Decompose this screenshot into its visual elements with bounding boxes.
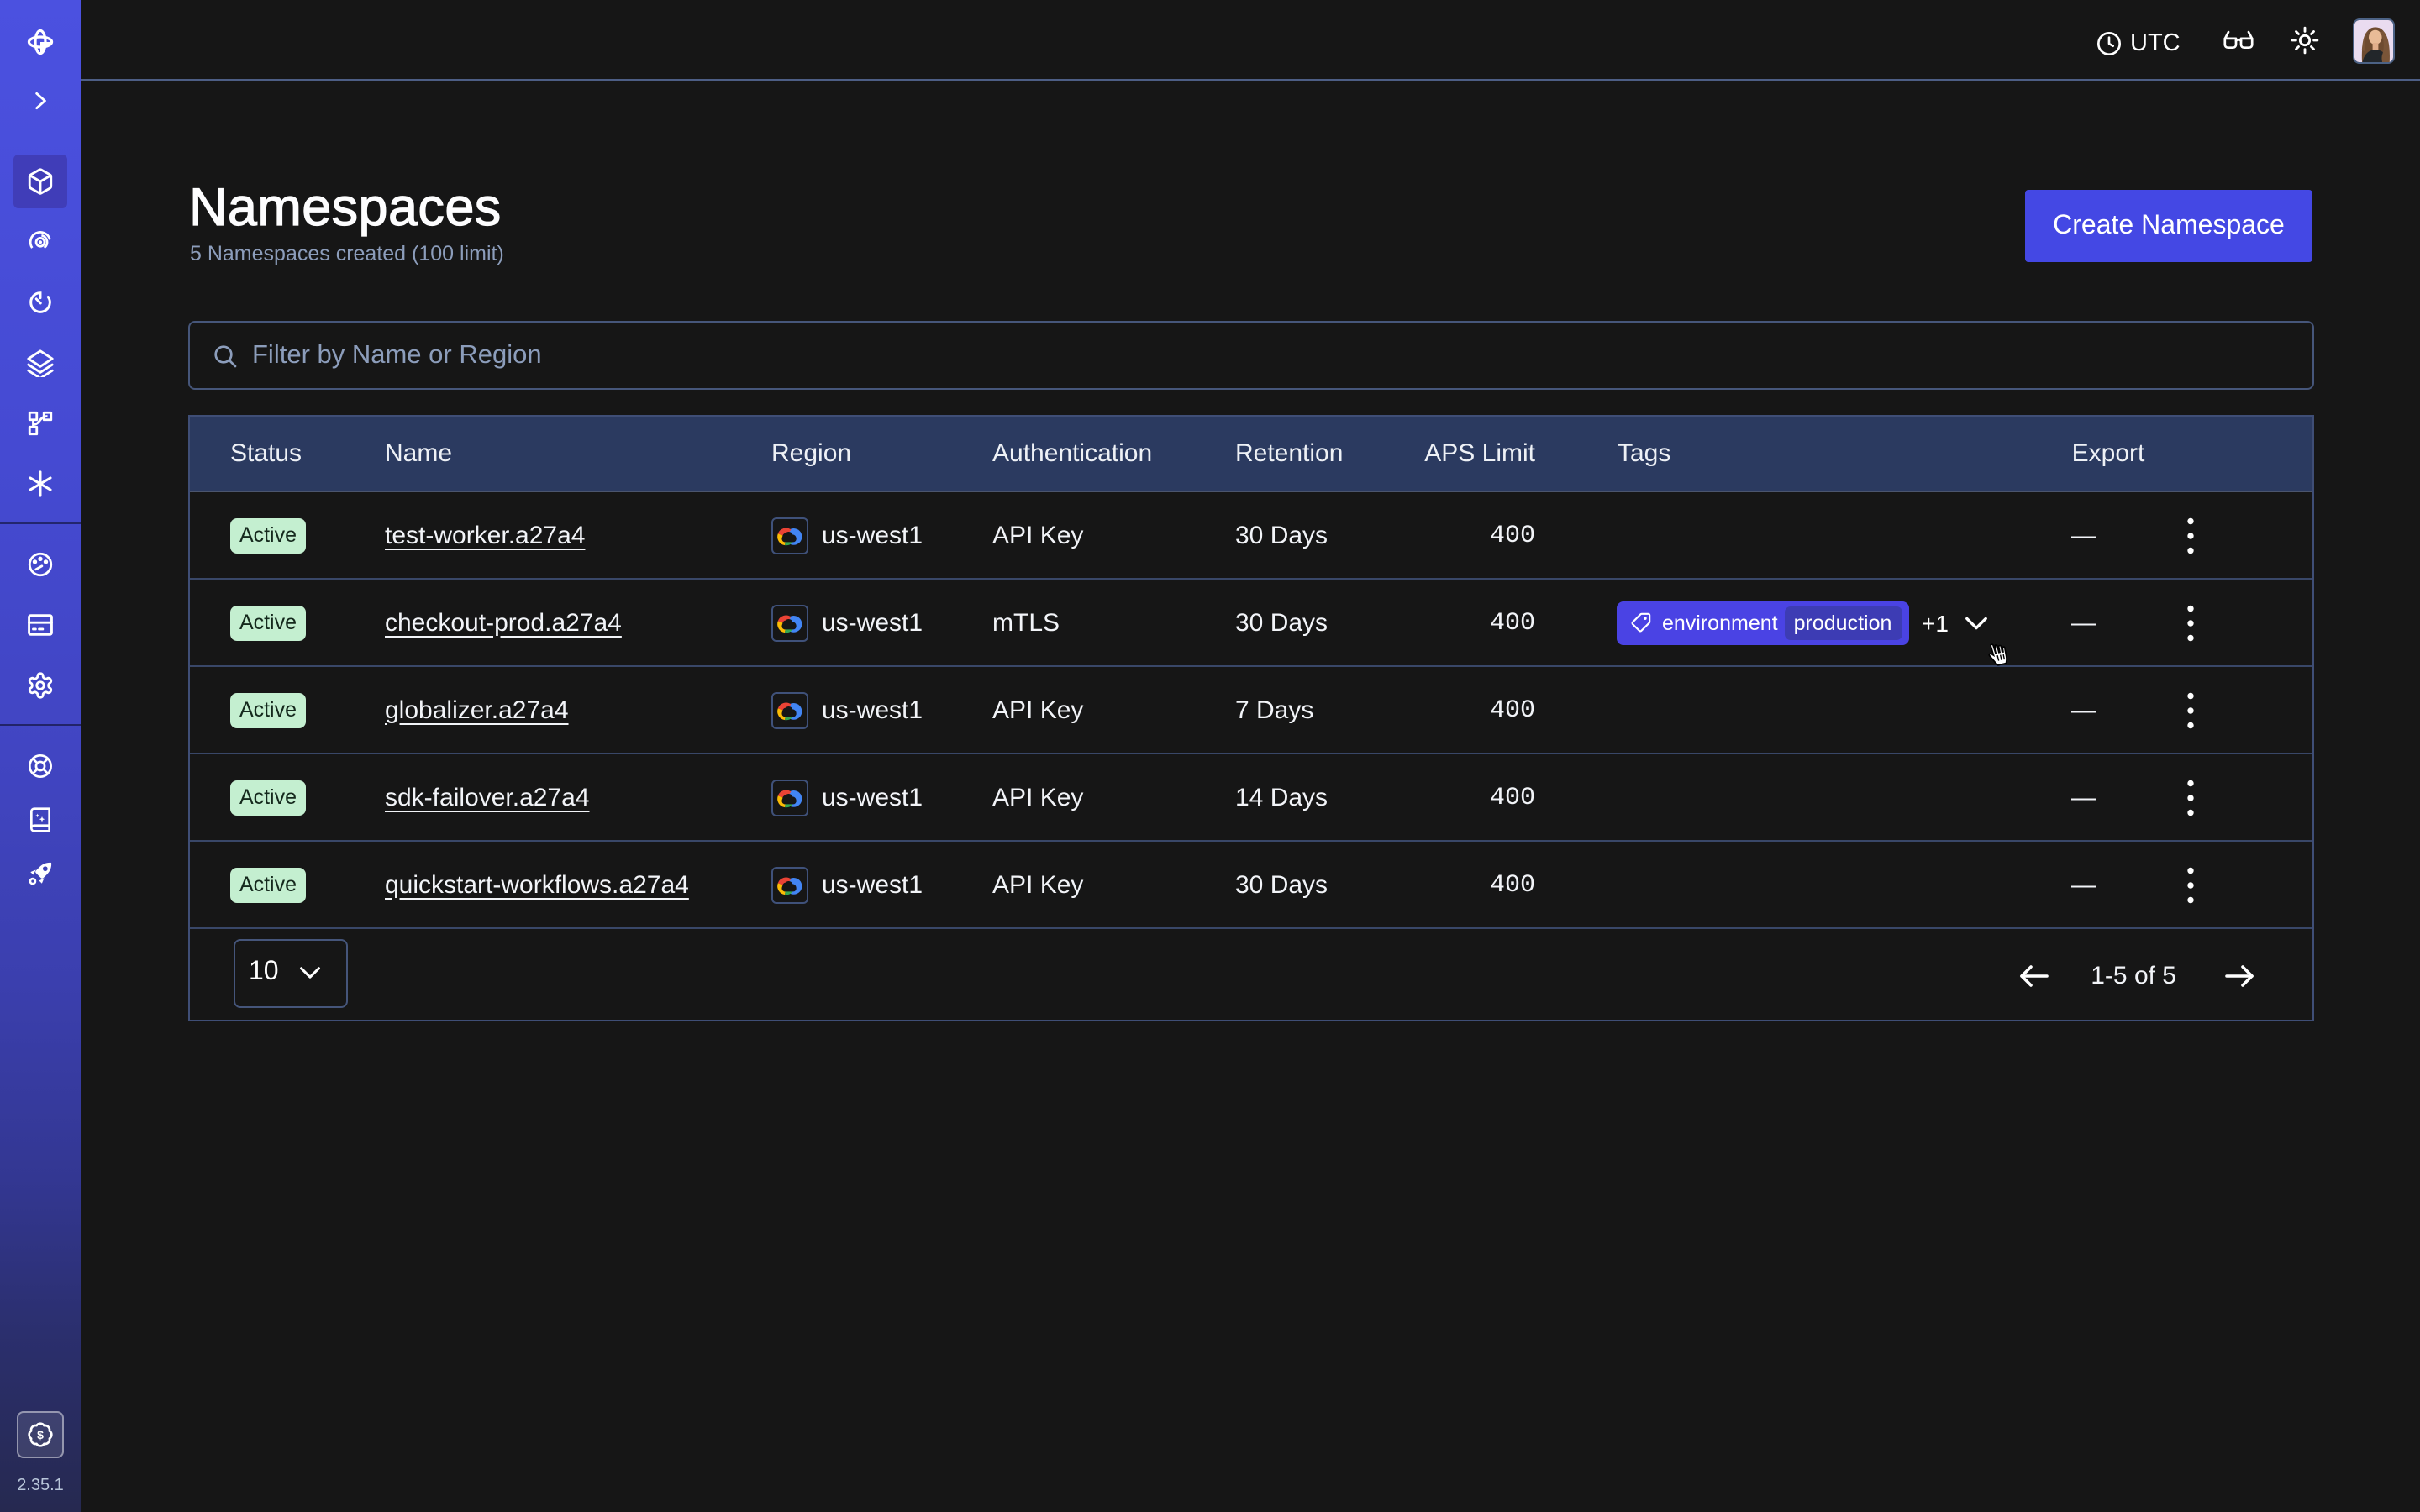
- svg-text:$: $: [37, 1427, 44, 1441]
